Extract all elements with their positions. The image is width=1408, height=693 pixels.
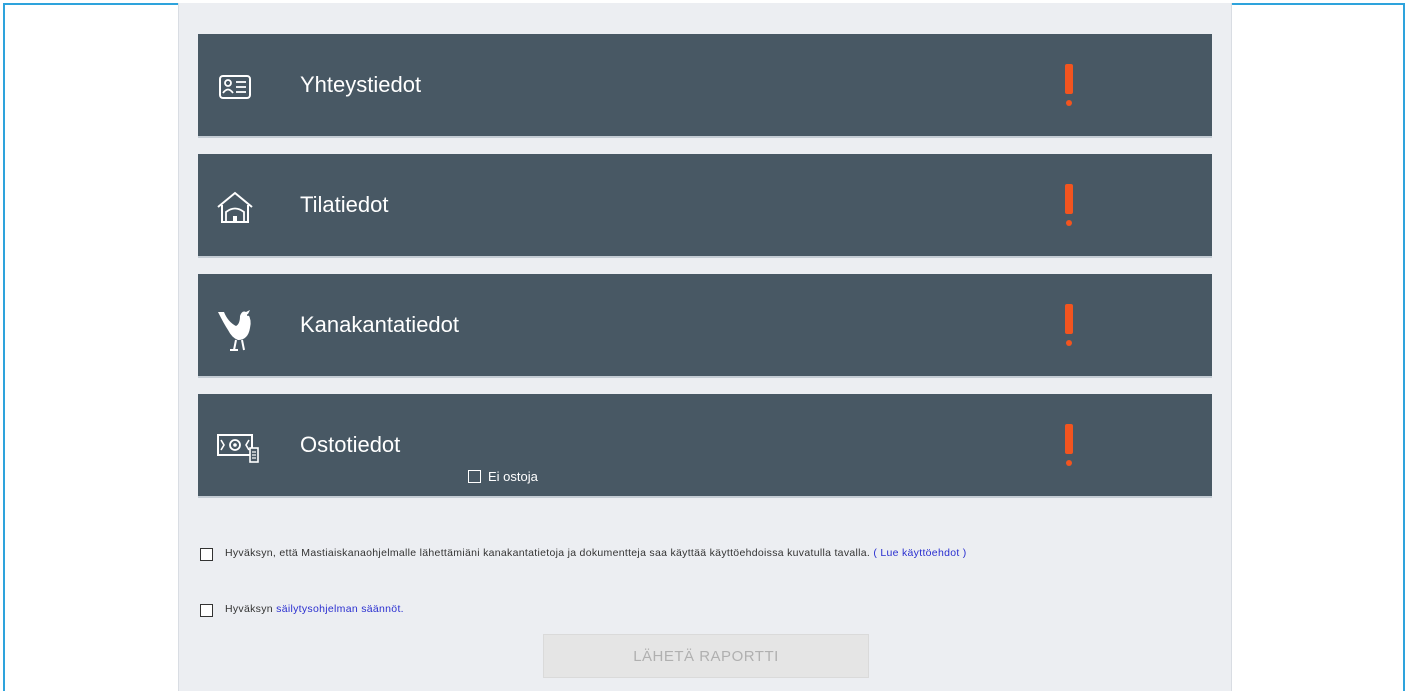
alert-icon: [1064, 424, 1074, 468]
section-title: Kanakantatiedot: [300, 312, 460, 337]
terms-checkbox[interactable]: [200, 548, 213, 561]
rules-link[interactable]: säilytysohjelman säännöt.: [276, 603, 404, 615]
terms-text: Hyväksyn, että Mastiaiskanaohjelmalle lä…: [225, 547, 871, 559]
terms-text-wrap: Hyväksyn, että Mastiaiskanaohjelmalle lä…: [225, 547, 967, 560]
chicken-icon: [214, 306, 256, 351]
section-title: Ostotiedot: [300, 432, 401, 457]
section-yhteystiedot[interactable]: Yhteystiedot: [198, 34, 1212, 136]
section-title: Tilatiedot: [300, 192, 389, 217]
section-kanakantatiedot[interactable]: Kanakantatiedot: [198, 274, 1212, 376]
no-purchases-label: Ei ostoja: [488, 469, 538, 484]
alert-icon: [1064, 184, 1074, 228]
rules-text-wrap: Hyväksyn säilytysohjelman säännöt.: [225, 603, 404, 616]
submit-report-button[interactable]: LÄHETÄ RAPORTTI: [543, 634, 869, 678]
section-tilatiedot[interactable]: Tilatiedot: [198, 154, 1212, 256]
rules-checkbox[interactable]: [200, 604, 213, 617]
alert-icon: [1064, 304, 1074, 348]
rules-text: Hyväksyn: [225, 603, 273, 615]
rules-agreement: Hyväksyn säilytysohjelman säännöt.: [200, 603, 404, 617]
terms-agreement: Hyväksyn, että Mastiaiskanaohjelmalle lä…: [200, 547, 1160, 561]
section-title: Yhteystiedot: [300, 72, 422, 97]
no-purchases-checkbox[interactable]: [468, 470, 481, 483]
contact-card-icon: [214, 66, 256, 108]
alert-icon: [1064, 64, 1074, 108]
house-icon: [214, 186, 256, 228]
section-ostotiedot[interactable]: Ostotiedot Ei ostoja: [198, 394, 1212, 496]
no-purchases-option: Ei ostoja: [468, 469, 538, 484]
money-receipt-icon: [214, 426, 259, 468]
terms-link[interactable]: ( Lue käyttöehdot ): [873, 547, 966, 559]
